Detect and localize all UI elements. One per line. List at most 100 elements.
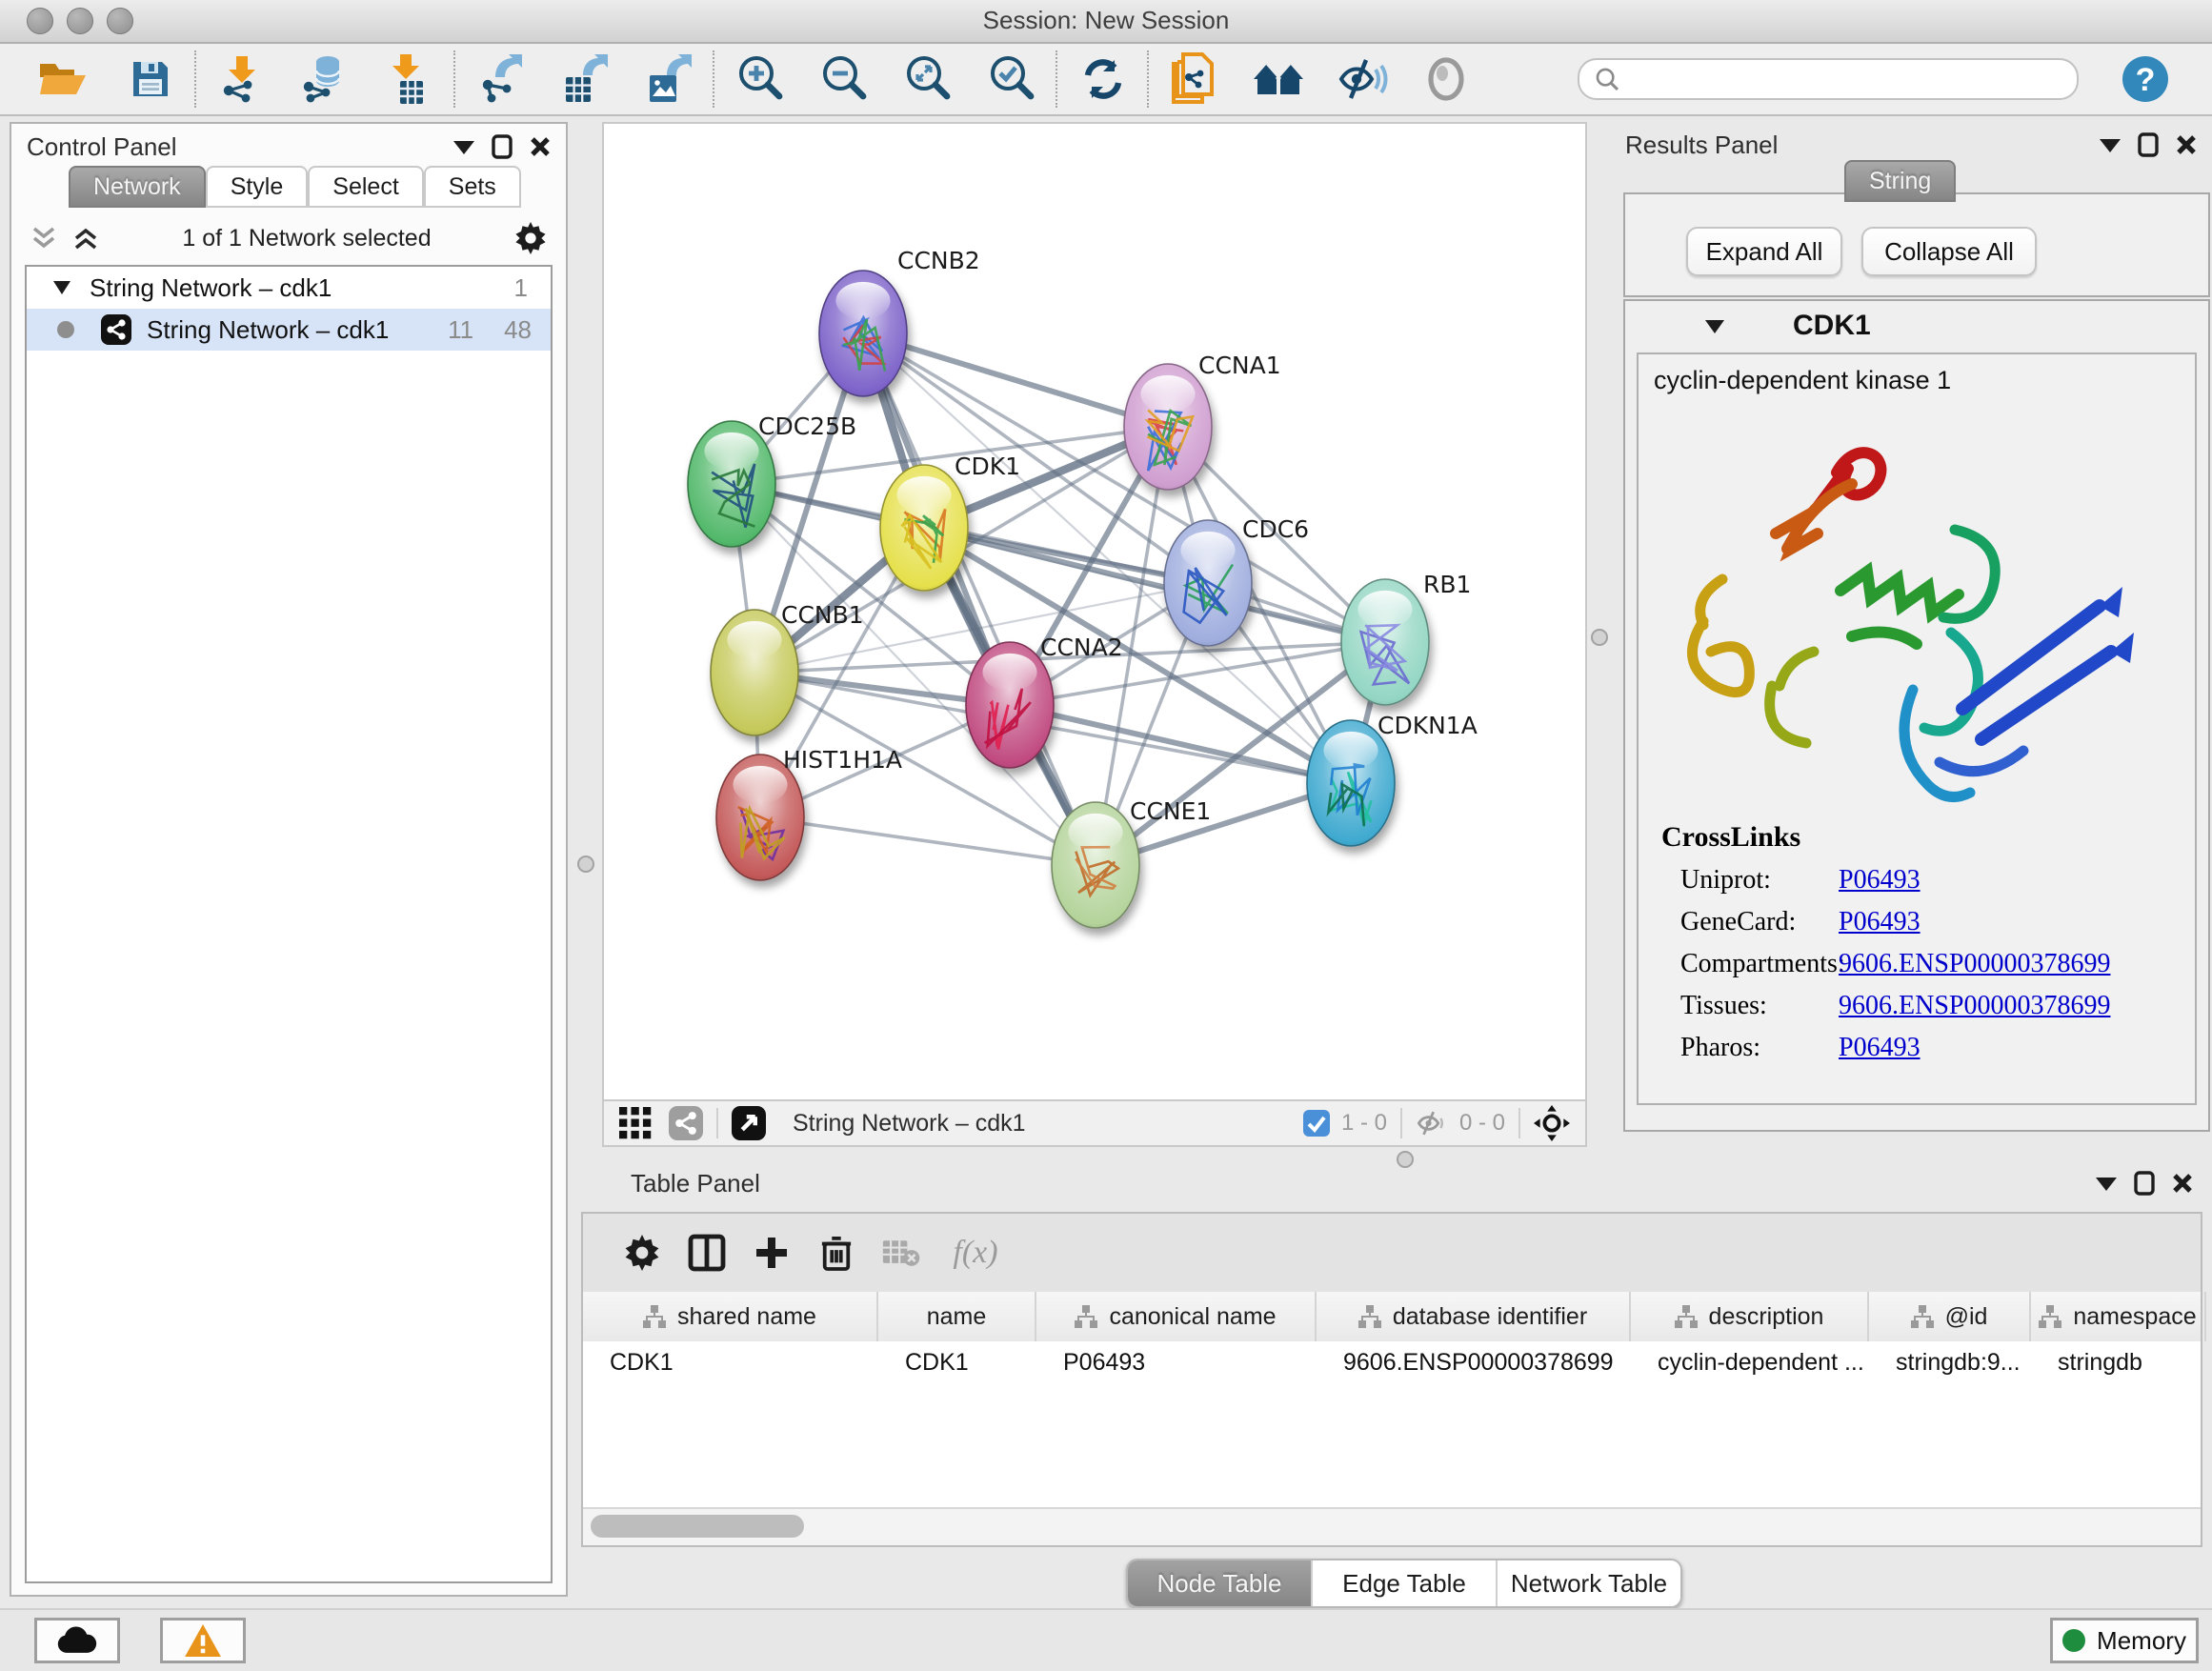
- cell-namespace[interactable]: stringdb: [2031, 1341, 2206, 1383]
- edge-HIST1H1A-CCNE1[interactable]: [760, 817, 1096, 865]
- refresh-button[interactable]: [1075, 50, 1132, 108]
- table-horizontal-scrollbar[interactable]: [583, 1507, 2201, 1545]
- tab-node-table[interactable]: Node Table: [1128, 1560, 1313, 1606]
- string-home-button[interactable]: [1250, 50, 1307, 108]
- pan-crosshair-icon[interactable]: [1534, 1105, 1570, 1141]
- edge-CCNA2-CDKN1A[interactable]: [1010, 705, 1351, 783]
- grid-view-icon[interactable]: [619, 1107, 652, 1139]
- panel-close-icon[interactable]: [530, 136, 551, 157]
- selected-checkbox-icon[interactable]: [1303, 1110, 1330, 1137]
- node-gloss: [1068, 814, 1122, 852]
- warnings-button[interactable]: [160, 1618, 246, 1663]
- edge-CCNB2-CCNE1[interactable]: [863, 333, 1096, 865]
- expand-all-icon[interactable]: [72, 225, 99, 252]
- crosslink-link[interactable]: 9606.ENSP00000378699: [1839, 991, 2110, 1021]
- results-menu-icon[interactable]: [2100, 137, 2121, 152]
- control-tab-sets[interactable]: Sets: [424, 166, 521, 208]
- node-CCNE1[interactable]: CCNE1: [1052, 797, 1211, 928]
- delete-table-button[interactable]: [869, 1224, 934, 1281]
- node-HIST1H1A[interactable]: HIST1H1A: [716, 746, 902, 880]
- left-splitter-handle[interactable]: [577, 856, 594, 873]
- column-header-description[interactable]: description: [1631, 1292, 1869, 1341]
- scrollbar-thumb[interactable]: [591, 1515, 804, 1538]
- control-tab-style[interactable]: Style: [206, 166, 309, 208]
- zoom-fit-button[interactable]: [899, 50, 956, 108]
- crosslink-link[interactable]: P06493: [1839, 1033, 1920, 1063]
- cell-sharedname[interactable]: CDK1: [583, 1341, 878, 1383]
- node-CCNB2[interactable]: CCNB2: [819, 247, 980, 396]
- table-settings-button[interactable]: [610, 1224, 674, 1281]
- birdseye-toggle-icon[interactable]: [732, 1106, 766, 1140]
- expand-all-button[interactable]: Expand All: [1686, 227, 1842, 276]
- network-collection-row[interactable]: String Network – cdk1 1: [27, 267, 551, 309]
- column-header-name[interactable]: name: [878, 1292, 1036, 1341]
- cell-name[interactable]: CDK1: [878, 1341, 1036, 1383]
- import-network-button[interactable]: [213, 50, 271, 108]
- control-tab-select[interactable]: Select: [308, 166, 423, 208]
- cell-description[interactable]: cyclin-dependent ...: [1631, 1341, 1869, 1383]
- column-header-databaseidentifier[interactable]: database identifier: [1317, 1292, 1631, 1341]
- export-network-button[interactable]: [473, 50, 530, 108]
- edge-CCNB2-CCNA1[interactable]: [863, 333, 1168, 427]
- tab-network-table[interactable]: Network Table: [1498, 1560, 1680, 1606]
- column-header-canonicalname[interactable]: canonical name: [1036, 1292, 1317, 1341]
- column-header-id[interactable]: @id: [1869, 1292, 2031, 1341]
- node-CDC6[interactable]: CDC6: [1164, 515, 1309, 646]
- export-table-button[interactable]: [556, 50, 613, 108]
- zoom-out-button[interactable]: [815, 50, 873, 108]
- cloud-button[interactable]: [34, 1618, 120, 1663]
- panel-menu-icon[interactable]: [453, 139, 474, 154]
- memory-button[interactable]: Memory: [2050, 1618, 2199, 1663]
- crosslink-link[interactable]: P06493: [1839, 865, 1920, 896]
- delete-column-button[interactable]: [804, 1224, 869, 1281]
- network-graph[interactable]: CCNB2CCNA1CDC25BCDK1CDC6RB1CCNB1CCNA2CDK…: [604, 124, 1585, 1099]
- crosslink-link[interactable]: 9606.ENSP00000378699: [1839, 949, 2110, 979]
- panel-float-icon[interactable]: [492, 134, 513, 159]
- toolbar-search[interactable]: [1578, 58, 2079, 100]
- zoom-selected-button[interactable]: [983, 50, 1040, 108]
- network-options-gear-icon[interactable]: [514, 222, 547, 254]
- hide-unhide-button[interactable]: [1334, 50, 1391, 108]
- table-menu-icon[interactable]: [2096, 1176, 2117, 1191]
- search-input[interactable]: [1619, 65, 2061, 93]
- crosslink-link[interactable]: P06493: [1839, 907, 1920, 937]
- node-RB1[interactable]: RB1: [1341, 571, 1471, 705]
- cell-databaseidentifier[interactable]: 9606.ENSP00000378699: [1317, 1341, 1631, 1383]
- cell-canonicalname[interactable]: P06493: [1036, 1341, 1317, 1383]
- right-splitter-handle[interactable]: [1591, 629, 1608, 646]
- save-session-button[interactable]: [122, 50, 179, 108]
- collapse-all-button[interactable]: Collapse All: [1861, 227, 2037, 276]
- export-image-button[interactable]: [640, 50, 697, 108]
- table-float-icon[interactable]: [2134, 1171, 2155, 1196]
- help-button[interactable]: ?: [2117, 50, 2174, 108]
- import-table-button[interactable]: [381, 50, 438, 108]
- tree-expanded-icon[interactable]: [53, 281, 70, 294]
- network-view-share-icon[interactable]: [669, 1106, 703, 1140]
- gear-icon: [624, 1235, 660, 1271]
- results-tab-string[interactable]: String: [1844, 160, 1956, 202]
- gene-collapse-icon[interactable]: [1705, 318, 1724, 333]
- cell-id[interactable]: stringdb:9...: [1869, 1341, 2031, 1383]
- hidden-eye-icon[interactable]: [1416, 1110, 1448, 1137]
- node-CCNA1[interactable]: CCNA1: [1124, 352, 1281, 490]
- results-close-icon[interactable]: [2176, 134, 2197, 155]
- function-builder-button[interactable]: f(x): [934, 1224, 1017, 1281]
- open-session-button[interactable]: [34, 50, 91, 108]
- control-tab-network[interactable]: Network: [69, 166, 206, 208]
- table-row[interactable]: CDK1CDK1P064939606.ENSP00000378699cyclin…: [583, 1341, 2201, 1383]
- show-eye-button[interactable]: [1418, 50, 1475, 108]
- tab-edge-table[interactable]: Edge Table: [1313, 1560, 1498, 1606]
- results-float-icon[interactable]: [2138, 132, 2159, 157]
- string-document-button[interactable]: [1166, 50, 1223, 108]
- zoom-in-button[interactable]: [732, 50, 789, 108]
- column-header-namespace[interactable]: namespace: [2031, 1292, 2206, 1341]
- table-close-icon[interactable]: [2172, 1173, 2193, 1194]
- column-header-sharedname[interactable]: shared name: [583, 1292, 878, 1341]
- add-column-button[interactable]: [739, 1224, 804, 1281]
- network-canvas[interactable]: CCNB2CCNA1CDC25BCDK1CDC6RB1CCNB1CCNA2CDK…: [602, 122, 1587, 1101]
- collapse-all-icon[interactable]: [30, 225, 57, 252]
- node-CDKN1A[interactable]: CDKN1A: [1307, 712, 1478, 846]
- network-row[interactable]: String Network – cdk1 11 48: [27, 309, 551, 351]
- import-database-button[interactable]: [297, 50, 354, 108]
- show-columns-button[interactable]: [674, 1224, 739, 1281]
